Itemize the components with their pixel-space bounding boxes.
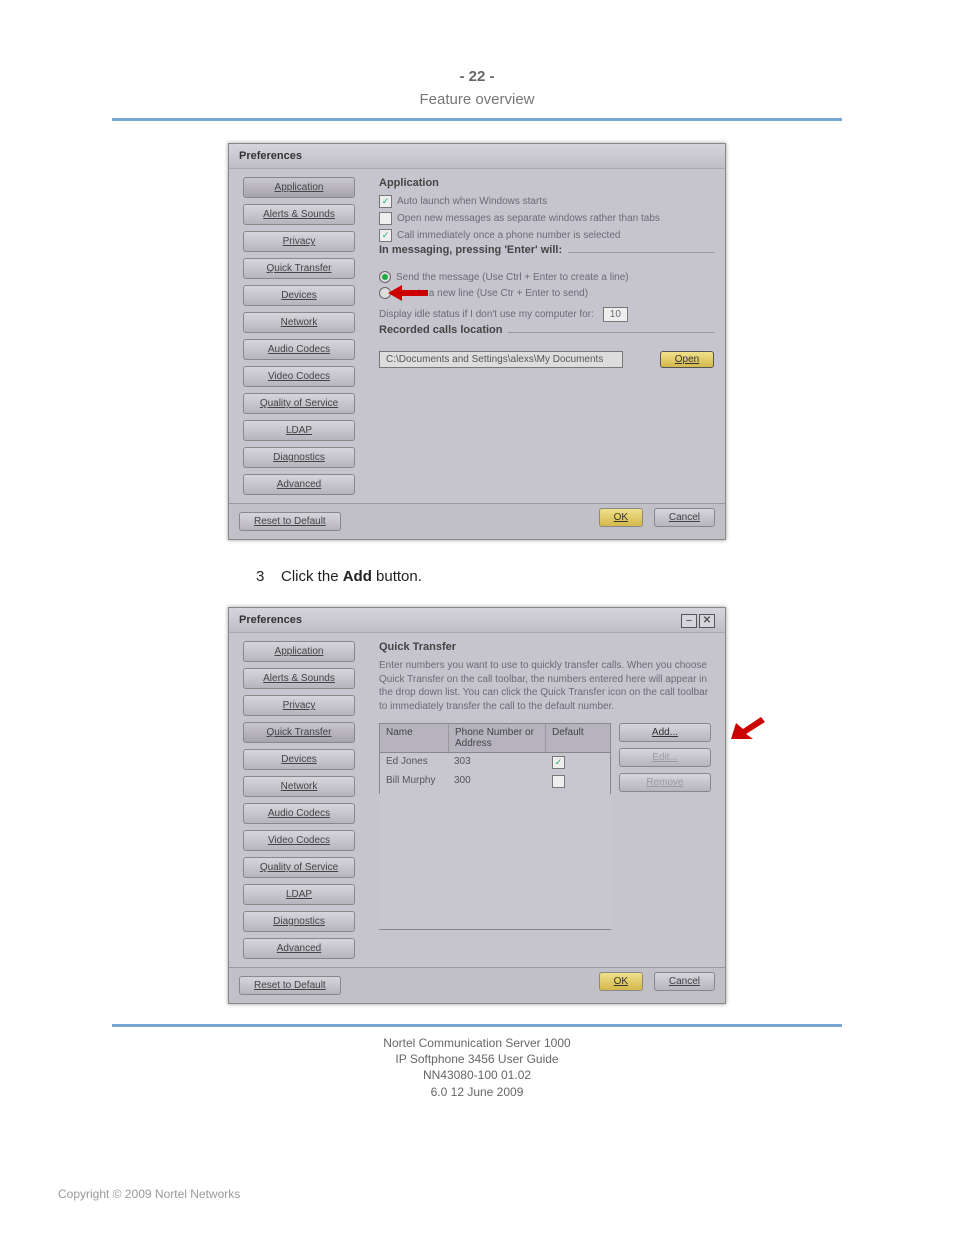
window-controls: –✕ <box>679 614 715 628</box>
dialog-footer: Reset to Default OK Cancel <box>229 967 725 1003</box>
call-immediately-label: Call immediately once a phone number is … <box>397 230 620 241</box>
autolaunch-label: Auto launch when Windows starts <box>397 196 547 207</box>
sidebar-item-alerts-sounds[interactable]: Alerts & Sounds <box>243 668 355 689</box>
contacts-list[interactable]: Ed Jones 303 Bill Murphy 300 <box>379 753 611 930</box>
sidebar-item-application[interactable]: Application <box>243 641 355 662</box>
dialog-footer: Reset to Default OK Cancel <box>229 503 725 539</box>
panel-title: Quick Transfer <box>379 641 715 653</box>
document-page: - 22 - Feature overview Preferences Appl… <box>0 0 954 1235</box>
step-suffix: button. <box>372 568 422 585</box>
footer-line: NN43080-100 01.02 <box>0 1067 954 1083</box>
sidebar-item-alerts-sounds[interactable]: Alerts & Sounds <box>243 204 355 225</box>
sidebar-item-network[interactable]: Network <box>243 776 355 797</box>
default-checkbox[interactable] <box>552 775 565 788</box>
close-icon[interactable]: ✕ <box>699 614 715 628</box>
cell-address: 303 <box>448 753 546 772</box>
quick-transfer-panel: Quick Transfer Enter numbers you want to… <box>369 633 725 967</box>
sidebar: Application Alerts & Sounds Privacy Quic… <box>229 633 369 967</box>
window-title-text: Preferences <box>239 614 302 626</box>
ok-button[interactable]: OK <box>599 972 643 991</box>
sidebar-item-quality-of-service[interactable]: Quality of Service <box>243 393 355 414</box>
instruction-step: 3 Click the Add button. <box>256 568 954 585</box>
autolaunch-checkbox[interactable] <box>379 195 392 208</box>
default-checkbox[interactable] <box>552 756 565 769</box>
ok-button[interactable]: OK <box>599 508 643 527</box>
sidebar-item-video-codecs[interactable]: Video Codecs <box>243 366 355 387</box>
panel-description: Enter numbers you want to use to quickly… <box>379 659 715 713</box>
radio-send-label: Send the message (Use Ctrl + Enter to cr… <box>396 272 629 283</box>
recorded-calls-path[interactable]: C:\Documents and Settings\alexs\My Docum… <box>379 351 623 368</box>
footer-line: IP Softphone 3456 User Guide <box>0 1051 954 1067</box>
cell-default <box>546 753 610 772</box>
cell-default <box>546 772 610 794</box>
open-button[interactable]: Open <box>660 351 714 368</box>
add-button[interactable]: Add... <box>619 723 711 742</box>
window-title: Preferences –✕ <box>229 608 725 633</box>
sidebar-item-advanced[interactable]: Advanced <box>243 474 355 495</box>
table-row[interactable]: Bill Murphy 300 <box>379 772 611 794</box>
separate-windows-checkbox[interactable] <box>379 212 392 225</box>
cancel-button[interactable]: Cancel <box>654 972 715 991</box>
window-title-text: Preferences <box>239 150 302 162</box>
call-immediately-checkbox[interactable] <box>379 229 392 242</box>
cell-address: 300 <box>448 772 546 794</box>
reset-to-default-button[interactable]: Reset to Default <box>239 976 341 995</box>
sidebar-item-quality-of-service[interactable]: Quality of Service <box>243 857 355 878</box>
col-default[interactable]: Default <box>546 724 610 752</box>
page-number: - 22 - <box>0 0 954 85</box>
copyright-notice: Copyright © 2009 Nortel Networks <box>58 1187 240 1201</box>
callout-arrow-icon <box>731 717 765 739</box>
edit-button[interactable]: Edit... <box>619 748 711 767</box>
sidebar-item-privacy[interactable]: Privacy <box>243 695 355 716</box>
separate-windows-label: Open new messages as separate windows ra… <box>397 213 660 224</box>
cancel-button[interactable]: Cancel <box>654 508 715 527</box>
step-number: 3 <box>256 568 264 585</box>
messaging-section-title: In messaging, pressing 'Enter' will: <box>379 244 568 256</box>
sidebar-item-advanced[interactable]: Advanced <box>243 938 355 959</box>
sidebar-item-audio-codecs[interactable]: Audio Codecs <box>243 803 355 824</box>
step-bold: Add <box>343 568 372 585</box>
radio-send-message[interactable] <box>379 271 391 283</box>
footer-line: 6.0 12 June 2009 <box>0 1084 954 1100</box>
sidebar-item-quick-transfer[interactable]: Quick Transfer <box>243 722 355 743</box>
footer-divider <box>112 1024 842 1027</box>
list-action-buttons: Add... Edit... Remove <box>619 723 715 930</box>
cell-name: Bill Murphy <box>380 772 448 794</box>
panel-title: Application <box>379 177 715 189</box>
sidebar-item-ldap[interactable]: LDAP <box>243 420 355 441</box>
sidebar-item-devices[interactable]: Devices <box>243 749 355 770</box>
sidebar-item-network[interactable]: Network <box>243 312 355 333</box>
col-address[interactable]: Phone Number or Address <box>449 724 546 752</box>
table-header: Name Phone Number or Address Default <box>379 723 611 753</box>
document-footer: Nortel Communication Server 1000 IP Soft… <box>0 1035 954 1100</box>
page-section: Feature overview <box>0 91 954 108</box>
table-row[interactable]: Ed Jones 303 <box>379 753 611 772</box>
callout-arrow-icon <box>388 285 428 301</box>
step-prefix: Click the <box>281 568 343 585</box>
idle-minutes-input[interactable]: 10 <box>603 307 628 322</box>
application-panel: Application Auto launch when Windows sta… <box>369 169 725 503</box>
sidebar-item-privacy[interactable]: Privacy <box>243 231 355 252</box>
preferences-window-quick-transfer: Preferences –✕ Application Alerts & Soun… <box>228 607 726 1004</box>
sidebar-item-devices[interactable]: Devices <box>243 285 355 306</box>
minimize-icon[interactable]: – <box>681 614 697 628</box>
remove-button[interactable]: Remove <box>619 773 711 792</box>
cell-name: Ed Jones <box>380 753 448 772</box>
sidebar-item-audio-codecs[interactable]: Audio Codecs <box>243 339 355 360</box>
col-name[interactable]: Name <box>380 724 449 752</box>
sidebar-item-diagnostics[interactable]: Diagnostics <box>243 447 355 468</box>
sidebar-item-application[interactable]: Application <box>243 177 355 198</box>
sidebar-item-ldap[interactable]: LDAP <box>243 884 355 905</box>
sidebar-item-quick-transfer[interactable]: Quick Transfer <box>243 258 355 279</box>
recorded-calls-section-title: Recorded calls location <box>379 324 508 336</box>
sidebar-item-diagnostics[interactable]: Diagnostics <box>243 911 355 932</box>
window-title: Preferences <box>229 144 725 169</box>
reset-to-default-button[interactable]: Reset to Default <box>239 512 341 531</box>
sidebar-item-video-codecs[interactable]: Video Codecs <box>243 830 355 851</box>
header-divider <box>112 118 842 121</box>
sidebar: Application Alerts & Sounds Privacy Quic… <box>229 169 369 503</box>
preferences-window-application: Preferences Application Alerts & Sounds … <box>228 143 726 540</box>
footer-line: Nortel Communication Server 1000 <box>0 1035 954 1051</box>
idle-label: Display idle status if I don't use my co… <box>379 309 594 320</box>
